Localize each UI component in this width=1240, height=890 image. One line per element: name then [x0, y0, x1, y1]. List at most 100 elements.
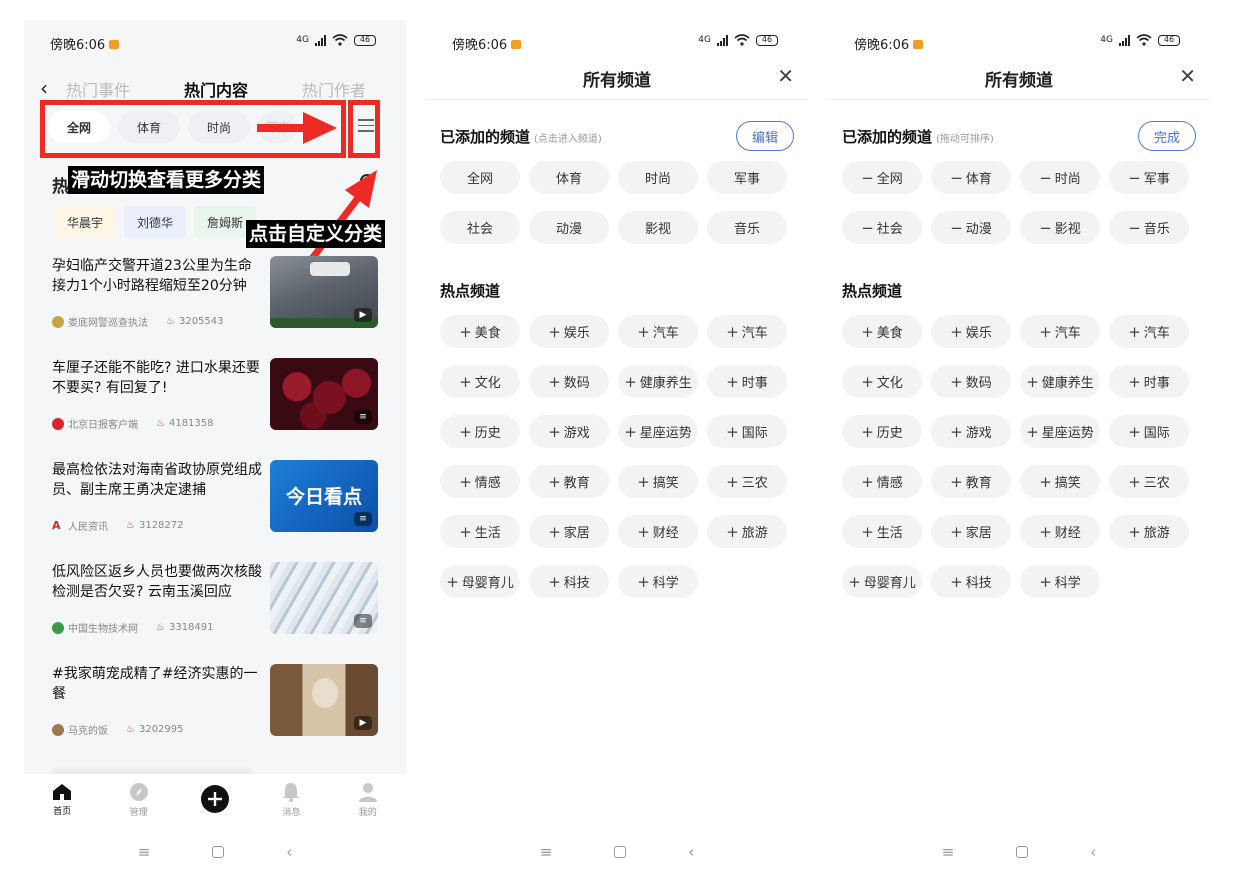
- added-channel-chip[interactable]: − 时尚: [1020, 161, 1100, 194]
- added-channel-chip[interactable]: − 社会: [842, 211, 922, 244]
- hot-channel-chip[interactable]: + 财经: [618, 515, 698, 548]
- added-channel-chip[interactable]: 体育: [529, 161, 609, 194]
- nav-profile[interactable]: 我的: [338, 782, 398, 818]
- news-item[interactable]: 孕妇临产交警开道23公里为生命接力1个小时路程缩短至20分钟 娄底网警巡查执法 ♨…: [52, 256, 378, 330]
- back-key-icon[interactable]: ‹: [286, 843, 292, 861]
- news-item[interactable]: #我家萌宠成精了#经济实惠的一餐 马克的饭 ♨ 3202995 ▶: [52, 664, 378, 738]
- added-channel-chip[interactable]: 动漫: [529, 211, 609, 244]
- added-channel-chip[interactable]: 影视: [618, 211, 698, 244]
- hot-channel-chip[interactable]: + 汽车: [1020, 315, 1100, 348]
- hot-channel-chip[interactable]: + 生活: [440, 515, 520, 548]
- added-channel-chip[interactable]: − 体育: [931, 161, 1011, 194]
- done-button[interactable]: 完成: [1138, 121, 1196, 151]
- hot-channel-chip[interactable]: + 汽车: [1109, 315, 1189, 348]
- added-channel-chip[interactable]: − 音乐: [1109, 211, 1189, 244]
- hot-channel-chip[interactable]: + 生活: [842, 515, 922, 548]
- menu-icon[interactable]: [358, 119, 374, 133]
- added-channel-chip[interactable]: 军事: [707, 161, 787, 194]
- nav-manage[interactable]: 管理: [109, 782, 169, 818]
- hot-channel-chip[interactable]: + 教育: [529, 465, 609, 498]
- hot-channel-chip[interactable]: + 文化: [842, 365, 922, 398]
- hot-channel-chip[interactable]: + 科技: [931, 565, 1011, 598]
- hot-channel-chip[interactable]: + 时事: [707, 365, 787, 398]
- close-icon[interactable]: ✕: [777, 64, 794, 88]
- hot-channel-chip[interactable]: + 娱乐: [931, 315, 1011, 348]
- close-icon[interactable]: ✕: [1179, 64, 1196, 88]
- hot-channel-chip[interactable]: + 家居: [529, 515, 609, 548]
- hot-channel-chip[interactable]: + 数码: [931, 365, 1011, 398]
- hot-channel-chip[interactable]: + 历史: [842, 415, 922, 448]
- nav-publish[interactable]: [185, 784, 245, 816]
- news-thumbnail: 今日看点 ≡: [270, 460, 378, 532]
- signal-icon: [1119, 34, 1130, 46]
- hot-channel-chip[interactable]: + 汽车: [618, 315, 698, 348]
- hot-channel-chip[interactable]: + 国际: [1109, 415, 1189, 448]
- home-key-icon[interactable]: [212, 846, 225, 858]
- hot-channel-chip[interactable]: + 情感: [842, 465, 922, 498]
- system-nav-bar: ≡ ‹: [828, 826, 1210, 878]
- hot-channel-chip[interactable]: + 星座运势: [1020, 415, 1100, 448]
- tag-item[interactable]: 刘德华: [124, 206, 186, 238]
- channel-label: 旅游: [741, 526, 768, 541]
- nav-home[interactable]: 首页: [32, 783, 92, 817]
- hot-channel-chip[interactable]: + 数码: [529, 365, 609, 398]
- home-key-icon[interactable]: [1016, 846, 1029, 858]
- news-item[interactable]: 低风险区返乡人员也要做两次核酸检测是否欠妥? 云南玉溪回应 中国生物技术网 ♨ 33…: [52, 562, 378, 636]
- added-channel-chip[interactable]: − 影视: [1020, 211, 1100, 244]
- hot-channel-chip[interactable]: + 旅游: [1109, 515, 1189, 548]
- hot-channel-chip[interactable]: + 历史: [440, 415, 520, 448]
- hot-channel-chip[interactable]: + 文化: [440, 365, 520, 398]
- hot-channel-chip[interactable]: + 三农: [1109, 465, 1189, 498]
- tab-hot-content[interactable]: 热门内容: [184, 77, 248, 101]
- hot-channel-chip[interactable]: + 财经: [1020, 515, 1100, 548]
- hot-channel-chip[interactable]: + 时事: [1109, 365, 1189, 398]
- menu-key-icon[interactable]: ≡: [540, 843, 553, 861]
- hot-channel-chip[interactable]: + 科技: [529, 565, 609, 598]
- menu-key-icon[interactable]: ≡: [138, 843, 151, 861]
- added-channel-chip[interactable]: 全网: [440, 161, 520, 194]
- hot-channel-chip[interactable]: + 健康养生: [618, 365, 698, 398]
- added-channel-chip[interactable]: − 动漫: [931, 211, 1011, 244]
- hot-channel-chip[interactable]: + 科学: [618, 565, 698, 598]
- news-item[interactable]: 最高检依法对海南省政协原党组成员、副主席王勇决定逮捕 A 人民资讯 ♨ 3128272…: [52, 460, 378, 534]
- menu-key-icon[interactable]: ≡: [942, 843, 955, 861]
- edit-button[interactable]: 编辑: [736, 121, 794, 151]
- news-item[interactable]: 车厘子还能不能吃? 进口水果还要不要买? 有回复了! 北京日报客户端 ♨ 41813…: [52, 358, 378, 432]
- added-channel-chip[interactable]: 社会: [440, 211, 520, 244]
- nav-label: 我的: [358, 808, 377, 818]
- tab-hot-authors[interactable]: 热门作者: [302, 77, 366, 101]
- hot-channel-chip[interactable]: + 母婴育儿: [842, 565, 922, 598]
- hot-channel-chip[interactable]: + 家居: [931, 515, 1011, 548]
- channel-label: 娱乐: [965, 326, 992, 341]
- hot-channel-chip[interactable]: + 国际: [707, 415, 787, 448]
- hot-channel-chip[interactable]: + 游戏: [529, 415, 609, 448]
- hot-channel-chip[interactable]: + 汽车: [707, 315, 787, 348]
- added-channel-chip[interactable]: 音乐: [707, 211, 787, 244]
- hot-channel-chip[interactable]: + 教育: [931, 465, 1011, 498]
- nav-messages[interactable]: 消息: [261, 782, 321, 818]
- hot-channel-chip[interactable]: + 旅游: [707, 515, 787, 548]
- back-key-icon[interactable]: ‹: [1090, 843, 1096, 861]
- hot-channel-chip[interactable]: + 游戏: [931, 415, 1011, 448]
- added-channel-chip[interactable]: − 军事: [1109, 161, 1189, 194]
- back-icon[interactable]: ‹: [40, 76, 48, 100]
- hot-channel-chip[interactable]: + 科学: [1020, 565, 1100, 598]
- hot-channel-chip[interactable]: + 星座运势: [618, 415, 698, 448]
- added-channel-chip[interactable]: − 全网: [842, 161, 922, 194]
- hot-channel-chip[interactable]: + 搞笑: [618, 465, 698, 498]
- hot-channel-chip[interactable]: + 三农: [707, 465, 787, 498]
- hot-channel-chip[interactable]: + 搞笑: [1020, 465, 1100, 498]
- tab-hot-events[interactable]: 热门事件: [66, 77, 130, 101]
- hot-channel-chip[interactable]: + 健康养生: [1020, 365, 1100, 398]
- back-key-icon[interactable]: ‹: [688, 843, 694, 861]
- home-key-icon[interactable]: [614, 846, 627, 858]
- added-channels-hint: (点击进入频道): [534, 134, 602, 145]
- hot-channel-chip[interactable]: + 娱乐: [529, 315, 609, 348]
- hot-channel-chip[interactable]: + 母婴育儿: [440, 565, 520, 598]
- hot-channel-chip[interactable]: + 情感: [440, 465, 520, 498]
- hot-channel-chip[interactable]: + 美食: [842, 315, 922, 348]
- added-channel-chip[interactable]: 时尚: [618, 161, 698, 194]
- page-title: 所有频道: [985, 71, 1053, 91]
- tag-item[interactable]: 华晨宇: [54, 206, 116, 238]
- hot-channel-chip[interactable]: + 美食: [440, 315, 520, 348]
